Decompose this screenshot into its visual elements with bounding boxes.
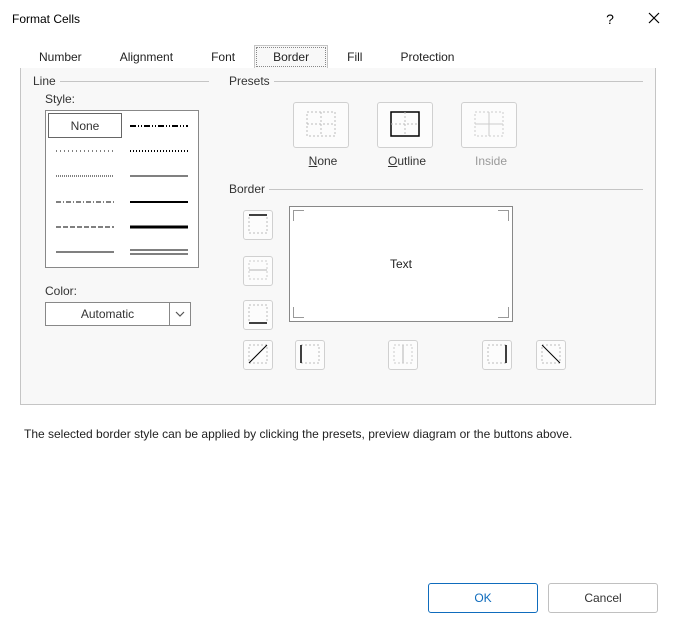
preset-outline-icon [390,111,420,140]
preview-text: Text [390,257,412,271]
preview-corner-icon [498,307,509,318]
border-left-icon [300,344,320,367]
line-style-option[interactable] [48,164,122,189]
line-style-option[interactable] [48,189,122,214]
preset-none-icon [306,111,336,140]
line-style-list[interactable]: None [45,110,199,268]
line-style-option[interactable] [122,189,196,214]
close-button[interactable] [632,0,676,38]
help-icon: ? [606,11,614,27]
cancel-button[interactable]: Cancel [548,583,658,613]
tab-border[interactable]: Border [254,45,328,69]
preset-none-button[interactable] [293,102,349,148]
border-bottom-button[interactable] [243,300,273,330]
tab-strip: Number Alignment Font Border Fill Protec… [20,44,656,68]
color-value: Automatic [46,307,169,321]
preview-corner-icon [498,210,509,221]
dialog-format-cells: Format Cells ? Number Alignment Font Bor… [0,0,676,627]
preview-corner-icon [293,210,304,221]
preset-inside-label: Inside [461,154,521,168]
line-style-option[interactable] [122,164,196,189]
line-style-none[interactable]: None [48,113,122,138]
border-bottom-icon [248,304,268,327]
line-style-option[interactable] [122,138,196,163]
close-icon [648,11,660,27]
border-middle-vertical-button[interactable] [388,340,418,370]
tab-pane-border: Line Style: None [20,68,656,405]
chevron-down-icon [169,303,190,325]
ok-button[interactable]: OK [428,583,538,613]
line-style-option[interactable] [122,214,196,239]
border-diagonal-up-button[interactable] [243,340,273,370]
help-text: The selected border style can be applied… [24,427,652,441]
preset-outline-label: Outline [377,154,437,168]
line-style-option[interactable] [48,214,122,239]
preset-inside-button[interactable] [461,102,517,148]
border-top-icon [248,214,268,237]
preset-outline-button[interactable] [377,102,433,148]
line-style-option[interactable] [48,138,122,163]
group-line-label: Line [33,74,60,88]
tab-fill[interactable]: Fill [328,45,381,69]
title-bar: Format Cells ? [0,0,676,38]
help-button[interactable]: ? [588,0,632,38]
border-right-icon [487,344,507,367]
tab-number[interactable]: Number [20,45,101,69]
preset-inside-icon [474,111,504,140]
border-diagonal-down-icon [541,344,561,367]
border-top-button[interactable] [243,210,273,240]
tab-protection[interactable]: Protection [381,45,473,69]
border-left-button[interactable] [295,340,325,370]
line-style-option[interactable] [122,113,196,138]
border-middle-horizontal-button[interactable] [243,256,273,286]
border-preview[interactable]: Text [289,206,513,322]
group-border: Border Tex [229,182,643,380]
group-border-label: Border [229,182,269,196]
dialog-footer: OK Cancel [428,583,658,613]
dialog-title: Format Cells [12,12,80,26]
border-right-button[interactable] [482,340,512,370]
group-presets-label: Presets [229,74,274,88]
border-middle-vertical-icon [393,344,413,367]
line-style-option[interactable] [48,240,122,265]
border-diagonal-up-icon [248,344,268,367]
group-presets: Presets None [229,74,643,174]
color-dropdown[interactable]: Automatic [45,302,191,326]
tab-font[interactable]: Font [192,45,254,69]
border-middle-horizontal-icon [248,260,268,283]
color-label: Color: [45,284,205,298]
border-diagonal-down-button[interactable] [536,340,566,370]
line-style-option[interactable] [122,240,196,265]
style-label: Style: [45,92,205,106]
group-line: Line Style: None [33,74,209,326]
preset-none-label: None [293,154,353,168]
preview-corner-icon [293,307,304,318]
tab-alignment[interactable]: Alignment [101,45,192,69]
